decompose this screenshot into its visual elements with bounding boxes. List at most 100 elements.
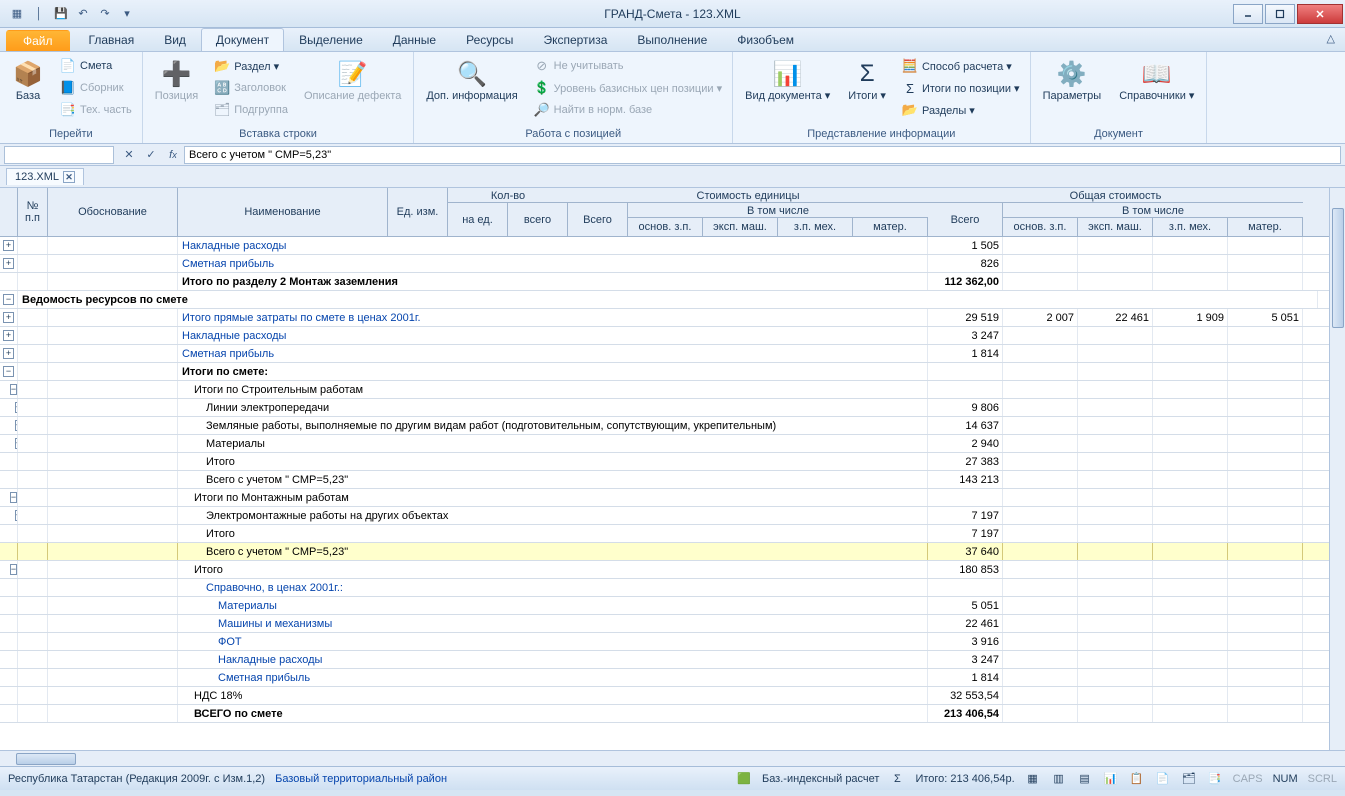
tab-dannye[interactable]: Данные xyxy=(378,28,451,51)
table-row[interactable]: Итого по разделу 2 Монтаж заземления112 … xyxy=(0,273,1345,291)
view-icon-1[interactable]: ▦ xyxy=(1025,771,1041,787)
view-icon-2[interactable]: ▥ xyxy=(1051,771,1067,787)
row-expander[interactable]: − xyxy=(0,291,18,308)
qat-app-icon[interactable]: ▦ xyxy=(8,5,26,23)
table-row[interactable]: −Ведомость ресурсов по смете xyxy=(0,291,1345,309)
row-expander[interactable]: + xyxy=(0,399,18,416)
status-calc-type[interactable]: Баз.-индексный расчет xyxy=(762,773,879,785)
hdr-unit[interactable]: Ед. изм. xyxy=(388,188,448,236)
hdr-tc-s2[interactable]: эксп. маш. xyxy=(1078,218,1153,236)
table-row[interactable]: −Итоги по Строительным работам xyxy=(0,381,1345,399)
row-expander[interactable]: + xyxy=(0,237,18,254)
hdr-tc-intomchisle[interactable]: В том числе xyxy=(1003,203,1303,218)
vertical-scrollbar[interactable] xyxy=(1329,188,1345,750)
view-icon-8[interactable]: 📑 xyxy=(1207,771,1223,787)
maximize-button[interactable] xyxy=(1265,4,1295,24)
formula-input[interactable] xyxy=(184,146,1341,164)
hdr-qty[interactable]: Кол-во xyxy=(448,188,568,203)
qat-redo-icon[interactable]: ↷ xyxy=(96,5,114,23)
cancel-formula-icon[interactable]: ✕ xyxy=(120,146,138,164)
ribbon-button[interactable]: 📦База xyxy=(6,56,50,104)
row-expander[interactable]: + xyxy=(0,345,18,362)
fx-icon[interactable]: fx xyxy=(164,146,182,164)
grid-body[interactable]: +Накладные расходы1 505+Сметная прибыль8… xyxy=(0,237,1345,747)
hdr-qty-total[interactable]: всего xyxy=(508,203,568,236)
ribbon-button[interactable]: ⚙️Параметры xyxy=(1037,56,1108,104)
table-row[interactable]: +Материалы2 940 xyxy=(0,435,1345,453)
ribbon-collapse-icon[interactable]: △ xyxy=(1327,32,1335,45)
hdr-qty-per[interactable]: на ед. xyxy=(448,203,508,236)
table-row[interactable]: Машины и механизмы22 461 xyxy=(0,615,1345,633)
view-icon-5[interactable]: 📋 xyxy=(1129,771,1145,787)
hdr-uc-s4[interactable]: матер. xyxy=(853,218,928,236)
hdr-tc-s4[interactable]: матер. xyxy=(1228,218,1303,236)
ribbon-button[interactable]: 🔍Доп. информация xyxy=(420,56,523,104)
table-row[interactable]: Всего с учетом " СМР=5,23"143 213 xyxy=(0,471,1345,489)
tab-vypolnenie[interactable]: Выполнение xyxy=(622,28,722,51)
view-icon-6[interactable]: 📄 xyxy=(1155,771,1171,787)
qat-dropdown-icon[interactable]: ▾ xyxy=(118,5,136,23)
row-expander[interactable]: − xyxy=(0,381,18,398)
table-row[interactable]: −Итого180 853 xyxy=(0,561,1345,579)
row-expander[interactable]: + xyxy=(0,327,18,344)
table-row[interactable]: Итого7 197 xyxy=(0,525,1345,543)
hdr-unitcost[interactable]: Стоимость единицы xyxy=(568,188,928,203)
row-expander[interactable]: − xyxy=(0,363,18,380)
table-row[interactable]: ФОТ3 916 xyxy=(0,633,1345,651)
table-row[interactable]: Всего с учетом " СМР=5,23"37 640 xyxy=(0,543,1345,561)
hdr-tc-total[interactable]: Всего xyxy=(928,203,1003,236)
hdr-tc-s3[interactable]: з.п. мех. xyxy=(1153,218,1228,236)
table-row[interactable]: +Сметная прибыль826 xyxy=(0,255,1345,273)
qat-undo-icon[interactable]: ↶ xyxy=(74,5,92,23)
table-row[interactable]: +Итого прямые затраты по смете в ценах 2… xyxy=(0,309,1345,327)
table-row[interactable]: +Накладные расходы1 505 xyxy=(0,237,1345,255)
row-expander[interactable]: − xyxy=(0,561,18,578)
table-row[interactable]: +Земляные работы, выполняемые по другим … xyxy=(0,417,1345,435)
minimize-button[interactable] xyxy=(1233,4,1263,24)
close-button[interactable] xyxy=(1297,4,1343,24)
hdr-tc-s1[interactable]: основ. з.п. xyxy=(1003,218,1078,236)
hdr-basis[interactable]: Обоснование xyxy=(48,188,178,236)
view-icon-4[interactable]: 📊 xyxy=(1103,771,1119,787)
row-expander[interactable]: − xyxy=(0,489,18,506)
table-row[interactable]: Итого27 383 xyxy=(0,453,1345,471)
row-expander[interactable]: + xyxy=(0,507,18,524)
calc-type-icon[interactable]: 🟩 xyxy=(736,771,752,787)
hdr-name[interactable]: Наименование xyxy=(178,188,388,236)
hdr-uc-s1[interactable]: основ. з.п. xyxy=(628,218,703,236)
row-expander[interactable]: + xyxy=(0,309,18,326)
status-region[interactable]: Республика Татарстан (Редакция 2009г. с … xyxy=(8,773,265,785)
status-area[interactable]: Базовый территориальный район xyxy=(275,773,447,785)
table-row[interactable]: +Электромонтажные работы на других объек… xyxy=(0,507,1345,525)
row-expander[interactable]: + xyxy=(0,435,18,452)
ribbon-link[interactable]: 📂Раздел ▾ xyxy=(210,56,292,76)
horizontal-scrollbar[interactable] xyxy=(0,750,1345,766)
ribbon-button[interactable]: 📊Вид документа ▾ xyxy=(739,56,836,104)
table-row[interactable]: Справочно, в ценах 2001г.: xyxy=(0,579,1345,597)
tab-file[interactable]: Файл xyxy=(6,30,70,51)
tab-ekspertiza[interactable]: Экспертиза xyxy=(528,28,622,51)
view-icon-3[interactable]: ▤ xyxy=(1077,771,1093,787)
doctab-close-icon[interactable]: ✕ xyxy=(63,171,75,183)
hdr-uc-s2[interactable]: эксп. маш. xyxy=(703,218,778,236)
row-expander[interactable]: + xyxy=(0,417,18,434)
hdr-uc-intomchisle[interactable]: В том числе xyxy=(628,203,928,218)
cell-address-input[interactable] xyxy=(4,146,114,164)
tab-glavnaya[interactable]: Главная xyxy=(74,28,150,51)
hdr-uc-total[interactable]: Всего xyxy=(568,203,628,236)
table-row[interactable]: Накладные расходы3 247 xyxy=(0,651,1345,669)
doctab-123xml[interactable]: 123.XML ✕ xyxy=(6,168,84,185)
table-row[interactable]: ВСЕГО по смете213 406,54 xyxy=(0,705,1345,723)
tab-vydelenie[interactable]: Выделение xyxy=(284,28,378,51)
table-row[interactable]: −Итоги по смете: xyxy=(0,363,1345,381)
view-icon-7[interactable]: 🗂 xyxy=(1181,771,1197,787)
tab-resursy[interactable]: Ресурсы xyxy=(451,28,528,51)
tab-fizobem[interactable]: Физобъем xyxy=(722,28,809,51)
table-row[interactable]: +Накладные расходы3 247 xyxy=(0,327,1345,345)
table-row[interactable]: Сметная прибыль1 814 xyxy=(0,669,1345,687)
ribbon-link[interactable]: 🧮Способ расчета ▾ xyxy=(898,56,1024,76)
accept-formula-icon[interactable]: ✓ xyxy=(142,146,160,164)
hdr-uc-s3[interactable]: з.п. мех. xyxy=(778,218,853,236)
ribbon-link[interactable]: 📂Разделы ▾ xyxy=(898,100,1024,120)
qat-save-icon[interactable]: 💾 xyxy=(52,5,70,23)
